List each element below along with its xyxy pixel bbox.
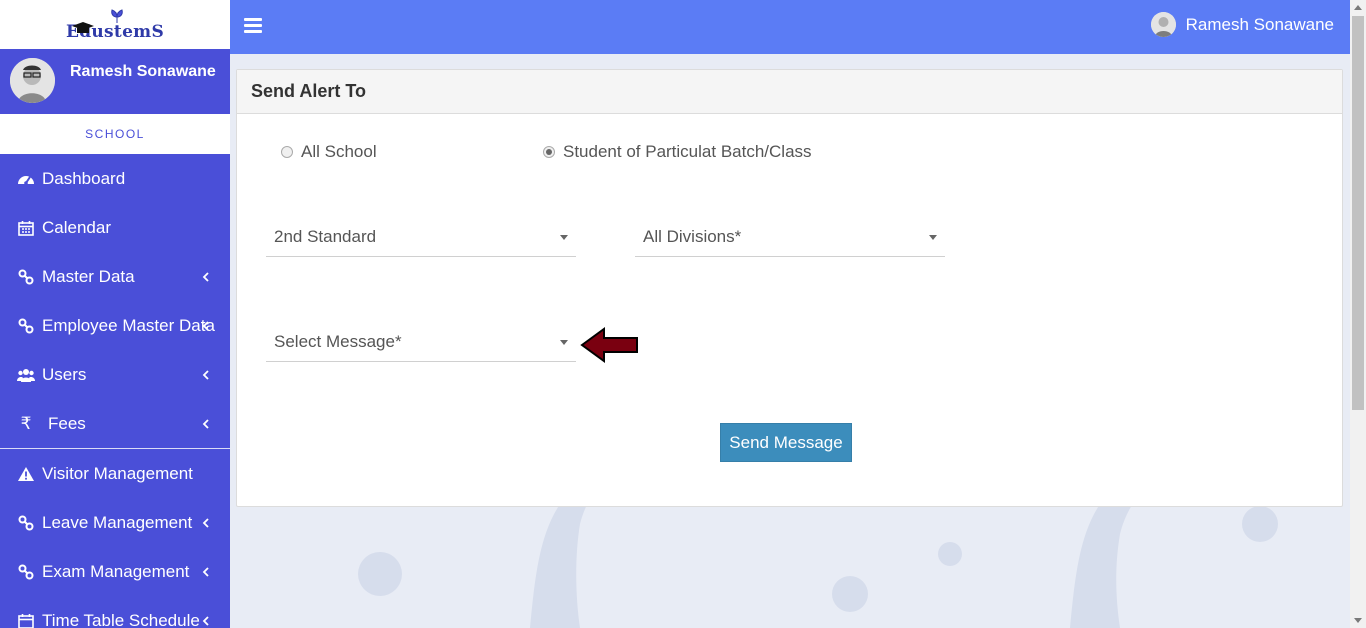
chevron-left-icon <box>202 566 209 577</box>
sidebar-item-dashboard[interactable]: Dashboard <box>0 154 230 203</box>
recipient-radio-group: All School Student of Particulat Batch/C… <box>237 142 1342 164</box>
avatar <box>10 58 55 103</box>
link-icon <box>17 563 35 581</box>
link-icon <box>17 514 35 532</box>
select-value: Select Message* <box>274 331 402 351</box>
radio-button-checked[interactable] <box>543 146 555 158</box>
sidebar-item-label: Master Data <box>42 266 135 286</box>
sidebar-user-name: Ramesh Sonawane <box>70 63 216 80</box>
radio-label: Student of Particulat Batch/Class <box>563 142 812 161</box>
message-select[interactable]: Select Message* <box>266 322 576 362</box>
sidebar-item-label: Calendar <box>42 217 111 237</box>
sidebar-item-employee-master-data[interactable]: Employee Master Data <box>0 301 230 350</box>
radio-label: All School <box>301 142 377 161</box>
calendar-icon <box>17 612 35 628</box>
calendar-icon <box>17 219 35 237</box>
scroll-down-arrow-icon[interactable] <box>1354 618 1362 623</box>
chevron-left-icon <box>202 418 209 429</box>
rupee-icon: ₹ <box>20 413 32 433</box>
sidebar-item-fees[interactable]: ₹ Fees <box>0 399 230 448</box>
select-value: 2nd Standard <box>274 226 377 246</box>
sidebar-item-exam-management[interactable]: Exam Management <box>0 547 230 596</box>
radio-student-batch[interactable]: Student of Particulat Batch/Class <box>543 142 812 162</box>
leaf-icon <box>111 9 123 23</box>
page-title: Send Alert To <box>251 81 367 101</box>
arrow-left-icon <box>580 327 638 363</box>
chevron-left-icon <box>202 271 209 282</box>
sidebar-item-label: Leave Management <box>42 512 193 532</box>
sidebar-item-master-data[interactable]: Master Data <box>0 252 230 301</box>
sidebar-item-label: Dashboard <box>42 168 126 188</box>
chevron-left-icon <box>202 369 209 380</box>
chevron-left-icon <box>202 320 209 331</box>
sidebar-item-visitor-management[interactable]: Visitor Management <box>0 449 230 498</box>
card-header: Send Alert To <box>237 70 1342 114</box>
send-message-button[interactable]: Send Message <box>720 423 852 462</box>
link-icon <box>17 268 35 286</box>
logo[interactable]: EdustemS <box>0 0 230 49</box>
scroll-up-arrow-icon[interactable] <box>1354 5 1362 10</box>
caret-down-icon <box>929 235 937 240</box>
sidebar-item-label: Visitor Management <box>42 463 193 483</box>
standard-select[interactable]: 2nd Standard <box>266 217 576 257</box>
sidebar-item-calendar[interactable]: Calendar <box>0 203 230 252</box>
user-menu[interactable]: Ramesh Sonawane <box>1150 12 1334 37</box>
division-select[interactable]: All Divisions* <box>635 217 945 257</box>
caret-down-icon <box>560 340 568 345</box>
sidebar-item-users[interactable]: Users <box>0 350 230 399</box>
caret-down-icon <box>560 235 568 240</box>
sidebar-section-label: SCHOOL <box>0 114 230 154</box>
sidebar-item-label: Users <box>42 364 87 384</box>
vertical-scrollbar[interactable] <box>1350 0 1366 628</box>
sidebar-item-leave-management[interactable]: Leave Management <box>0 498 230 547</box>
sidebar-item-label: Exam Management <box>42 561 190 581</box>
select-value: All Divisions* <box>643 226 742 246</box>
avatar <box>1150 12 1176 37</box>
sidebar-menu: Dashboard Calendar Master Data Employee … <box>0 154 230 628</box>
link-icon <box>17 317 35 335</box>
chevron-left-icon <box>202 615 209 626</box>
sidebar-item-time-table-schedule[interactable]: Time Table Schedule <box>0 596 230 628</box>
radio-all-school[interactable]: All School <box>281 142 377 162</box>
users-icon <box>17 366 35 384</box>
radio-button-unchecked[interactable] <box>281 146 293 158</box>
chevron-left-icon <box>202 517 209 528</box>
dashboard-icon <box>17 170 35 188</box>
scrollbar-thumb[interactable] <box>1352 16 1364 410</box>
sidebar-item-label: Fees <box>48 413 86 433</box>
hamburger-menu-icon[interactable] <box>244 18 262 34</box>
sidebar: EdustemS Ramesh Sonawane SCHOOL Dashboar… <box>0 0 230 628</box>
top-navbar: Ramesh Sonawane <box>230 0 1350 54</box>
sidebar-item-label: Time Table Schedule <box>42 610 200 628</box>
graduation-cap-icon <box>72 22 94 33</box>
user-panel: Ramesh Sonawane <box>0 49 230 114</box>
warning-icon <box>17 465 35 483</box>
sidebar-item-label: Employee Master Data <box>42 315 215 335</box>
header-user-name: Ramesh Sonawane <box>1185 14 1334 34</box>
